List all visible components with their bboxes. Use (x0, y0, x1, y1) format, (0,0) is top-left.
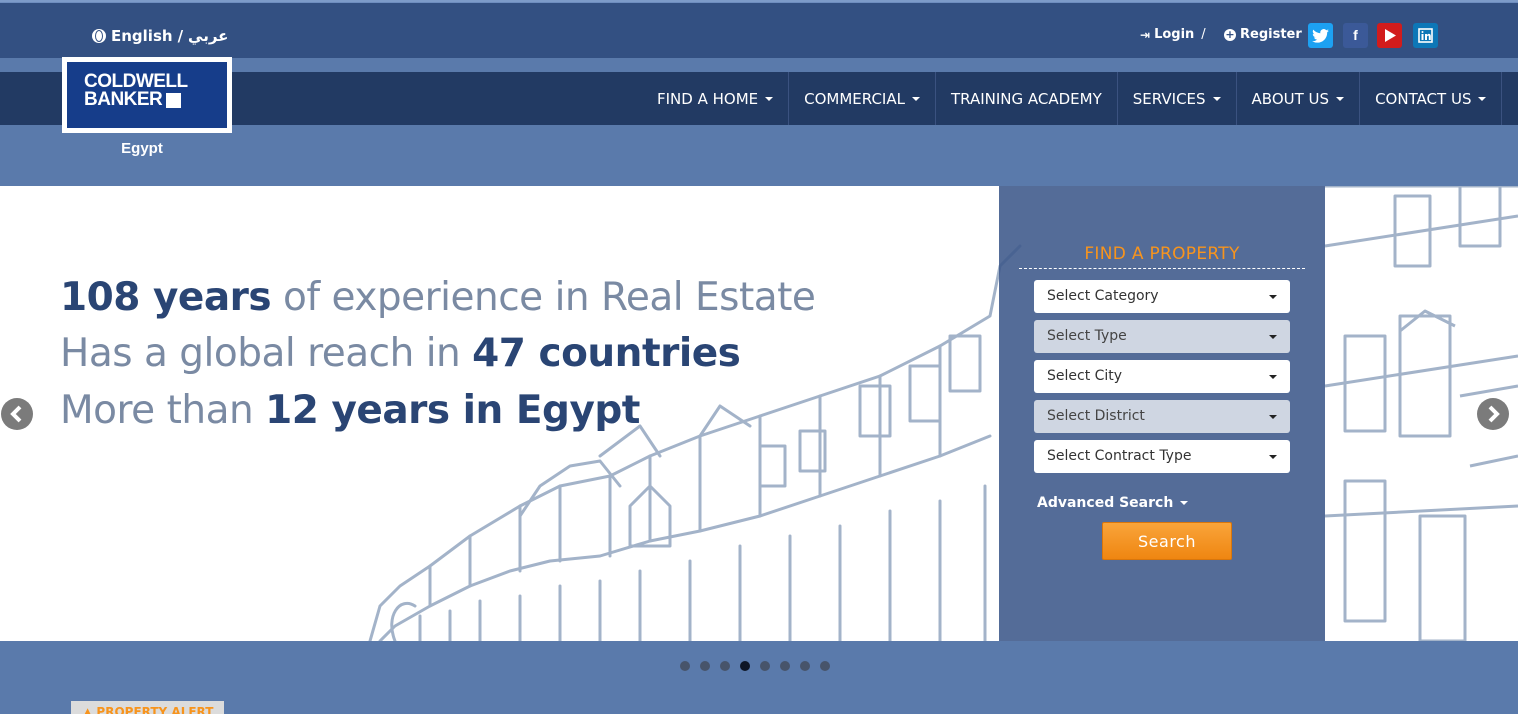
lang-english[interactable]: English (111, 27, 173, 45)
category-select[interactable]: Select Category (1034, 280, 1290, 313)
logo-line2: BANKER (84, 90, 227, 109)
login-link[interactable]: ⇥ Login / (1140, 27, 1206, 42)
slider-prev-button[interactable] (1, 398, 33, 430)
chevron-left-icon (10, 405, 22, 423)
find-property-title: FIND A PROPERTY (1019, 244, 1305, 269)
contract-type-select[interactable]: Select Contract Type (1034, 440, 1290, 473)
facebook-icon[interactable]: f (1343, 23, 1368, 48)
search-button[interactable]: Search (1102, 522, 1232, 560)
logo-cb-icon (166, 92, 182, 108)
caret-down-icon (1269, 295, 1277, 299)
lang-separator: / (177, 27, 184, 45)
caret-down-icon (1478, 96, 1487, 101)
chevron-right-icon (1488, 405, 1500, 423)
twitter-icon[interactable] (1308, 23, 1333, 48)
nav-about-us[interactable]: ABOUT US (1237, 72, 1361, 125)
language-switcher: English / عربي (92, 27, 228, 45)
slider-dot[interactable] (700, 661, 710, 671)
hero-line-3: More than 12 years in Egypt (60, 388, 640, 433)
nav-commercial[interactable]: COMMERCIAL (789, 72, 936, 125)
slider-dot[interactable] (720, 661, 730, 671)
hero-line-1: 108 years of experience in Real Estate (60, 275, 816, 320)
caret-down-icon (1269, 415, 1277, 419)
auth-separator: / (1201, 27, 1206, 42)
plus-circle-icon: + (1224, 27, 1236, 41)
slider-dot[interactable] (680, 661, 690, 671)
nav-find-a-home[interactable]: FIND A HOME (642, 72, 790, 125)
caret-down-icon (1212, 96, 1221, 101)
slider-dot[interactable] (760, 661, 770, 671)
login-label[interactable]: Login (1154, 27, 1194, 42)
youtube-icon[interactable] (1377, 23, 1402, 48)
caret-down-icon (1180, 501, 1189, 505)
slider-dot[interactable] (780, 661, 790, 671)
slider-pagination (680, 661, 830, 671)
district-select[interactable]: Select District (1034, 400, 1290, 433)
hero-slider: 108 years of experience in Real Estate H… (0, 186, 1518, 641)
globe-icon (92, 29, 106, 43)
hero-line-2: Has a global reach in 47 countries (60, 331, 741, 376)
logo[interactable]: COLDWELL BANKER (62, 57, 232, 133)
main-nav: FIND A HOME COMMERCIAL TRAINING ACADEMY … (642, 72, 1503, 125)
property-alert-tab[interactable]: ▲ PROPERTY ALERT (71, 701, 224, 714)
advanced-search-toggle[interactable]: Advanced Search (1037, 495, 1189, 511)
nav-services[interactable]: SERVICES (1118, 72, 1237, 125)
slider-next-button[interactable] (1477, 398, 1509, 430)
type-select[interactable]: Select Type (1034, 320, 1290, 353)
city-select[interactable]: Select City (1034, 360, 1290, 393)
caret-down-icon (1269, 375, 1277, 379)
logo-mark: COLDWELL BANKER (67, 62, 227, 128)
sign-in-icon: ⇥ (1140, 27, 1151, 42)
register-link[interactable]: + Register (1224, 27, 1302, 42)
slider-dot[interactable] (740, 661, 750, 671)
find-property-panel: FIND A PROPERTY Select Category Select T… (999, 186, 1325, 641)
slider-dot[interactable] (800, 661, 810, 671)
logo-country: Egypt (121, 140, 163, 157)
caret-down-icon (1269, 335, 1277, 339)
nav-contact-us[interactable]: CONTACT US (1360, 72, 1503, 125)
caret-down-icon (765, 96, 774, 101)
slider-dot[interactable] (820, 661, 830, 671)
property-alert-label: PROPERTY ALERT (96, 705, 214, 714)
lang-arabic[interactable]: عربي (188, 27, 228, 45)
caret-down-icon (1269, 455, 1277, 459)
nav-training-academy[interactable]: TRAINING ACADEMY (936, 72, 1118, 125)
bell-icon: ▲ (83, 705, 93, 714)
caret-down-icon (911, 96, 920, 101)
register-label[interactable]: Register (1240, 27, 1302, 42)
linkedin-icon[interactable] (1413, 23, 1438, 48)
caret-down-icon (1336, 96, 1345, 101)
